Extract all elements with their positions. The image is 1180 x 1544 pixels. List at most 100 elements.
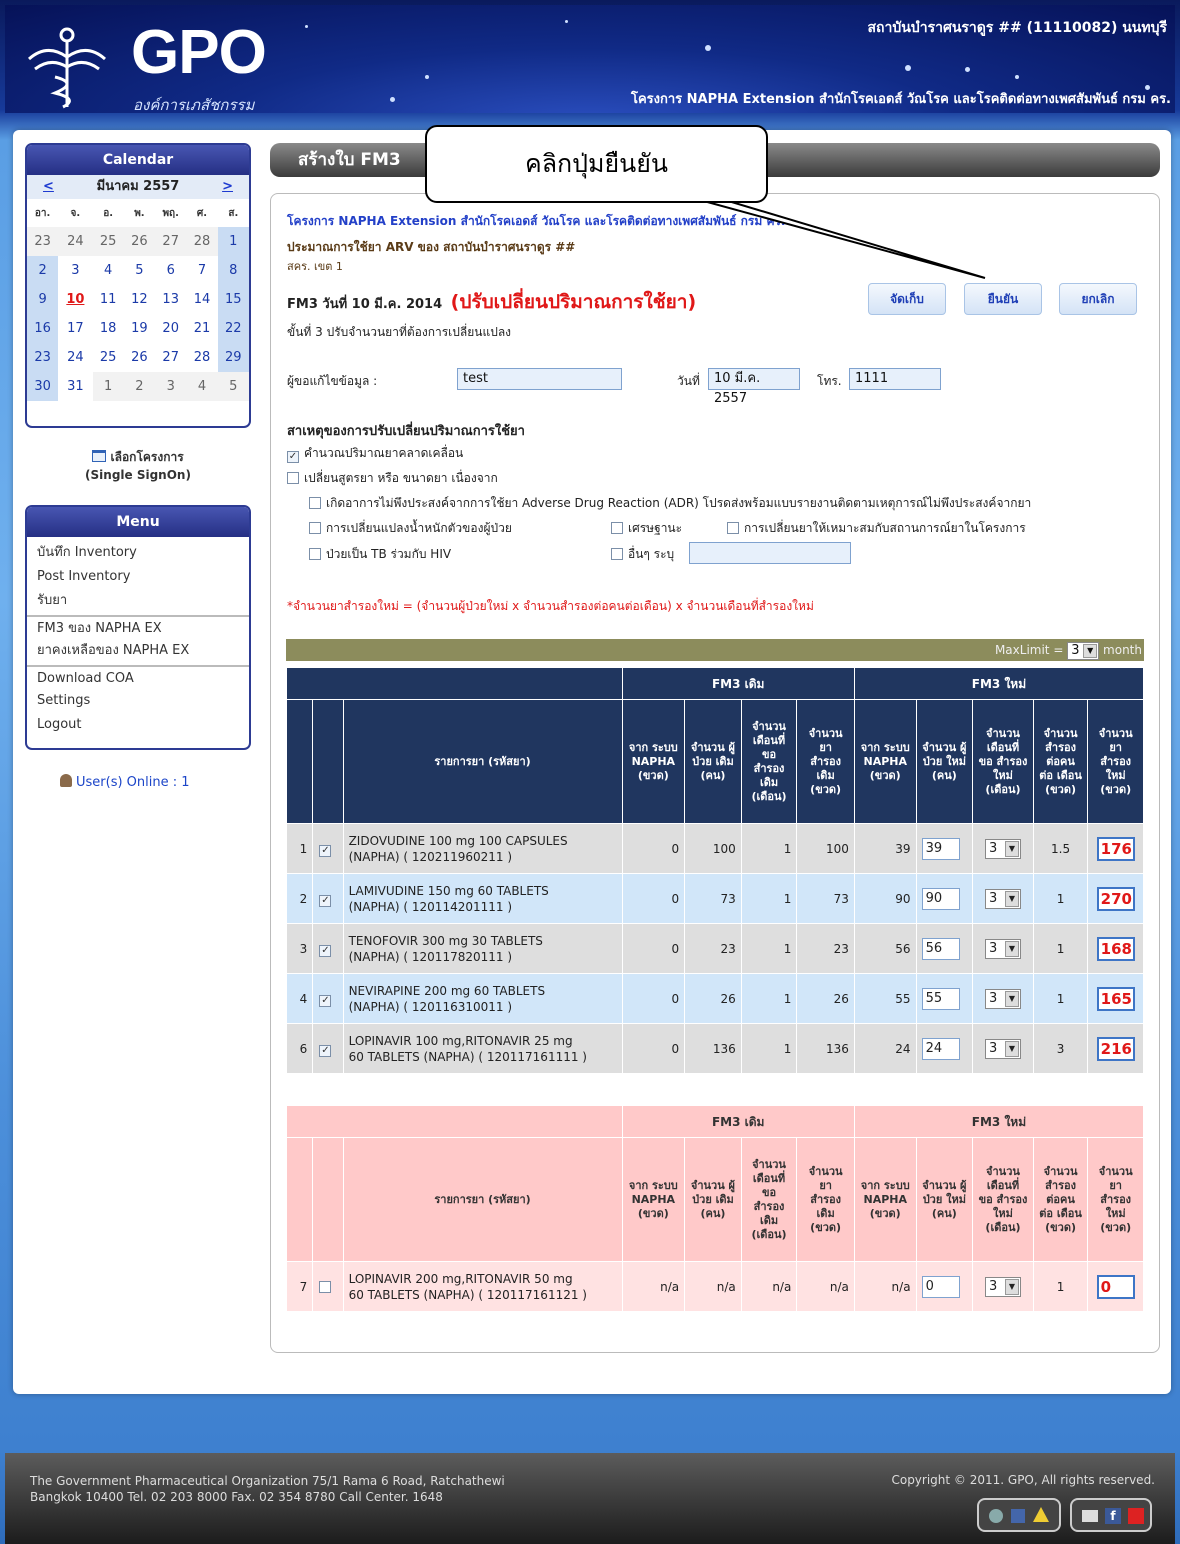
calendar-day[interactable]: 23 — [27, 227, 59, 256]
reason-adr[interactable]: เกิดอาการไม่พึงประสงค์จากการใช้ยา Advers… — [309, 494, 1031, 513]
patients-new-input[interactable]: 55 — [921, 987, 960, 1010]
reason-change-regimen[interactable]: เปลี่ยนสูตรยา หรือ ขนาดยา เนื่องจาก — [287, 469, 498, 488]
menu-item-record-inventory[interactable]: บันทึก Inventory — [27, 541, 249, 565]
calendar-day[interactable]: 23 — [27, 343, 59, 372]
calendar-day[interactable]: 24 — [58, 343, 92, 372]
calendar-day[interactable]: 11 — [93, 285, 124, 314]
menu-item-receive-drug[interactable]: รับยา — [27, 589, 249, 613]
calendar-day[interactable]: 19 — [124, 314, 155, 343]
calendar-day[interactable]: 4 — [186, 372, 218, 401]
calendar-day[interactable]: 6 — [155, 256, 186, 285]
calendar-day[interactable]: 24 — [58, 227, 93, 256]
menu-item-stock-remaining[interactable]: ยาคงเหลือของ NAPHA EX — [27, 639, 249, 663]
reason-drug-situation[interactable]: การเปลี่ยนยาให้เหมาะสมกับสถานการณ์ยาในโค… — [727, 519, 1026, 538]
calendar-day[interactable]: 5 — [217, 372, 249, 401]
prev-month-link[interactable]: < — [43, 175, 54, 199]
patients-new-input[interactable]: 0 — [921, 1275, 960, 1298]
calendar-day[interactable]: 3 — [58, 256, 92, 285]
calendar-day[interactable]: 18 — [93, 314, 124, 343]
checkbox-icon[interactable] — [309, 548, 321, 560]
months-new-select[interactable]: 3 ▼ — [984, 988, 1021, 1009]
calendar-day[interactable]: 27 — [155, 227, 187, 256]
calendar-day[interactable]: 22 — [217, 314, 249, 343]
calendar-day[interactable]: 4 — [93, 256, 124, 285]
patients-new-input[interactable]: 24 — [921, 1037, 960, 1060]
total-new-value[interactable]: 0 — [1096, 1274, 1135, 1299]
checkbox-icon[interactable] — [611, 522, 623, 534]
calendar-day[interactable]: 27 — [155, 343, 186, 372]
calendar-day[interactable]: 2 — [27, 256, 59, 285]
calendar-day[interactable]: 13 — [155, 285, 186, 314]
calendar-day[interactable]: 7 — [186, 256, 217, 285]
checkbox-icon[interactable] — [319, 1280, 332, 1293]
menu-item-fm3[interactable]: FM3 ของ NAPHA EX — [27, 615, 249, 639]
checkbox-icon[interactable] — [727, 522, 739, 534]
calendar-day[interactable]: 21 — [186, 314, 217, 343]
menu-item-settings[interactable]: Settings — [27, 689, 249, 713]
calendar-day-today[interactable]: 10 — [58, 285, 92, 314]
menu-item-logout[interactable]: Logout — [27, 713, 249, 737]
calendar-day[interactable]: 2 — [123, 372, 156, 401]
cancel-button[interactable]: ยกเลิก — [1059, 283, 1137, 315]
partner-logos[interactable] — [977, 1498, 1061, 1532]
calendar-day[interactable]: 28 — [186, 227, 218, 256]
calendar-day[interactable]: 20 — [155, 314, 186, 343]
calendar-day[interactable]: 30 — [27, 372, 59, 401]
checkbox-checked-icon[interactable]: ✓ — [287, 451, 299, 463]
date-input[interactable]: 10 มี.ค. 2557 — [708, 368, 800, 406]
calendar-day[interactable]: 9 — [27, 285, 59, 314]
single-signon-link[interactable]: เลือกโครงการ (Single SignOn) — [25, 448, 251, 484]
calendar-day[interactable]: 8 — [217, 256, 249, 285]
total-new-value[interactable]: 270 — [1096, 886, 1135, 911]
checkbox-checked-icon[interactable]: ✓ — [319, 945, 332, 957]
calendar-day[interactable]: 12 — [124, 285, 155, 314]
social-links[interactable]: f — [1070, 1498, 1152, 1532]
calendar-day[interactable]: 25 — [93, 343, 124, 372]
patients-new-input[interactable]: 39 — [921, 837, 960, 860]
youtube-icon[interactable] — [1128, 1508, 1144, 1524]
calendar-day[interactable]: 26 — [123, 227, 156, 256]
row-checkbox[interactable]: ✓ — [312, 1023, 344, 1074]
calendar-day[interactable]: 3 — [155, 372, 187, 401]
menu-item-post-inventory[interactable]: Post Inventory — [27, 565, 249, 589]
checkbox-checked-icon[interactable]: ✓ — [319, 1045, 332, 1057]
reason-weight-change[interactable]: การเปลี่ยนแปลงน้ำหนักตัวของผู้ป่วย — [309, 519, 512, 538]
save-button[interactable]: จัดเก็บ — [868, 283, 946, 315]
mail-icon[interactable] — [1082, 1510, 1098, 1522]
total-new-value[interactable]: 168 — [1096, 936, 1135, 961]
menu-item-download-coa[interactable]: Download COA — [27, 665, 249, 689]
total-new-value[interactable]: 176 — [1096, 836, 1135, 861]
calendar-day[interactable]: 28 — [186, 343, 217, 372]
reason-calc-error[interactable]: ✓ คำนวณปริมาณยาคลาดเคลื่อน — [287, 444, 463, 463]
reason-other[interactable]: อื่นๆ ระบุ — [611, 545, 674, 564]
reason-tb-hiv[interactable]: ป่วยเป็น TB ร่วมกับ HIV — [309, 545, 451, 564]
row-checkbox[interactable]: ✓ — [312, 923, 344, 974]
checkbox-checked-icon[interactable]: ✓ — [319, 845, 332, 857]
checkbox-checked-icon[interactable]: ✓ — [319, 895, 332, 907]
months-new-select[interactable]: 3 ▼ — [984, 1276, 1021, 1297]
checkbox-icon[interactable] — [611, 548, 623, 560]
calendar-day[interactable]: 1 — [92, 372, 124, 401]
editor-input[interactable]: test — [457, 368, 622, 390]
checkbox-icon[interactable] — [309, 522, 321, 534]
patients-new-input[interactable]: 90 — [921, 887, 960, 910]
calendar-day[interactable]: 16 — [27, 314, 59, 343]
total-new-value[interactable]: 216 — [1096, 1036, 1135, 1061]
checkbox-icon[interactable] — [309, 497, 321, 509]
facebook-icon[interactable]: f — [1105, 1508, 1121, 1524]
calendar-day[interactable]: 17 — [58, 314, 92, 343]
reason-economic[interactable]: เศรษฐานะ — [611, 519, 682, 538]
other-reason-input[interactable] — [689, 542, 851, 564]
months-new-select[interactable]: 3 ▼ — [984, 1038, 1021, 1059]
confirm-button[interactable]: ยืนยัน — [964, 283, 1042, 315]
patients-new-input[interactable]: 56 — [921, 937, 960, 960]
calendar-day[interactable]: 15 — [217, 285, 249, 314]
row-checkbox[interactable]: ✓ — [312, 873, 344, 924]
checkbox-icon[interactable] — [287, 472, 299, 484]
calendar-day[interactable]: 29 — [217, 343, 249, 372]
checkbox-checked-icon[interactable]: ✓ — [319, 995, 332, 1007]
next-month-link[interactable]: > — [222, 175, 233, 199]
calendar-day[interactable]: 5 — [124, 256, 155, 285]
row-checkbox[interactable]: ✓ — [312, 973, 344, 1024]
calendar-day[interactable]: 25 — [92, 227, 124, 256]
